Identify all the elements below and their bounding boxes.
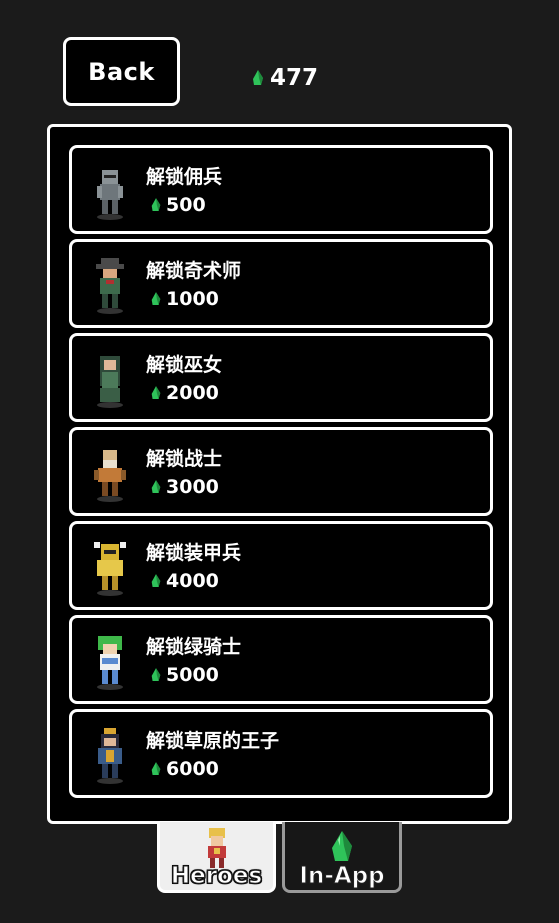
item-name: 解锁巫女 — [146, 354, 223, 376]
item-price: 500 — [150, 194, 206, 216]
item-price: 1000 — [150, 288, 219, 310]
gem-tab-icon — [332, 831, 352, 861]
warrior-icon — [94, 450, 126, 502]
shop-item[interactable]: 解锁佣兵 500 — [69, 145, 493, 234]
currency-display: 477 — [251, 62, 318, 94]
tab-in-app[interactable]: In-App — [282, 822, 402, 893]
item-name: 解锁装甲兵 — [146, 542, 242, 564]
item-price-value: 500 — [166, 194, 206, 216]
gem-icon — [151, 198, 161, 211]
item-name: 解锁奇术师 — [146, 260, 242, 282]
shop-item[interactable]: 解锁草原的王子 6000 — [69, 709, 493, 798]
item-name: 解锁草原的王子 — [146, 730, 280, 752]
item-price-value: 3000 — [166, 476, 219, 498]
item-price-value: 1000 — [166, 288, 219, 310]
shrine-maiden-icon — [97, 356, 123, 408]
gem-icon — [151, 480, 161, 493]
tab-heroes[interactable]: Heroes — [157, 822, 276, 893]
shop-item[interactable]: 解锁战士 3000 — [69, 427, 493, 516]
magician-icon — [96, 258, 124, 314]
gem-icon — [151, 292, 161, 305]
gem-icon — [151, 668, 161, 681]
shop-item[interactable]: 解锁巫女 2000 — [69, 333, 493, 422]
gem-icon — [151, 574, 161, 587]
currency-amount: 477 — [270, 65, 319, 91]
tab-heroes-label: Heroes — [170, 863, 263, 890]
item-price-value: 6000 — [166, 758, 219, 780]
item-name: 解锁绿骑士 — [146, 636, 242, 658]
armored-soldier-icon — [94, 542, 126, 596]
hero-shop-panel: 解锁佣兵 500 解锁奇术师 1000 解锁巫女 2000 解锁战士 3000 … — [47, 124, 512, 824]
mercenary-icon — [97, 170, 123, 220]
item-name: 解锁战士 — [146, 448, 223, 470]
item-price: 2000 — [150, 382, 219, 404]
item-price-value: 2000 — [166, 382, 219, 404]
item-price: 4000 — [150, 570, 219, 592]
gem-icon — [151, 762, 161, 775]
steppe-prince-icon — [97, 728, 123, 784]
item-price: 3000 — [150, 476, 219, 498]
item-price: 5000 — [150, 664, 219, 686]
item-price-value: 4000 — [166, 570, 219, 592]
item-price: 6000 — [150, 758, 219, 780]
gem-icon — [253, 70, 263, 85]
shop-item[interactable]: 解锁装甲兵 4000 — [69, 521, 493, 610]
back-button[interactable]: Back — [63, 37, 180, 106]
item-name: 解锁佣兵 — [146, 166, 223, 188]
shop-item[interactable]: 解锁奇术师 1000 — [69, 239, 493, 328]
shop-item[interactable]: 解锁绿骑士 5000 — [69, 615, 493, 704]
green-knight-icon — [97, 636, 123, 690]
item-price-value: 5000 — [166, 664, 219, 686]
gem-icon — [151, 386, 161, 399]
tab-in-app-label: In-App — [299, 863, 385, 890]
